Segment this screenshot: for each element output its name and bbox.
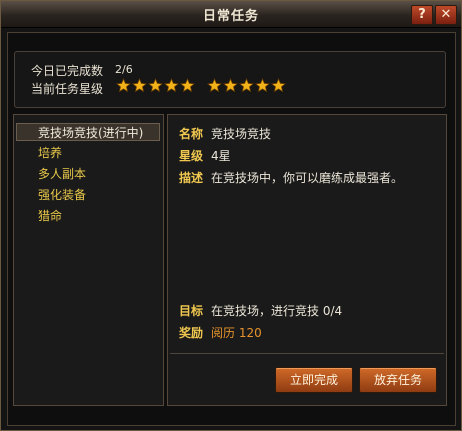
detail-goal-label: 目标: [179, 304, 204, 318]
help-button[interactable]: ?: [411, 5, 433, 25]
star-icon: [207, 78, 222, 93]
star-icon: [271, 78, 286, 93]
detail-desc-value: 在竞技场中，你可以磨练成最强者。: [211, 171, 404, 185]
detail-goal-value: 在竞技场，进行竞技 0/4: [211, 304, 343, 318]
task-item[interactable]: 强化装备: [16, 186, 160, 204]
window-title: 日常任务: [202, 9, 259, 24]
detail-desc-label: 描述: [179, 171, 204, 185]
star-icon: [116, 78, 131, 93]
detail-reward-value: 阅历 120: [211, 326, 262, 340]
detail-star-label: 星级: [179, 149, 204, 163]
star-icon: [180, 78, 195, 93]
star-icon: [132, 78, 147, 93]
star-icon: [239, 78, 254, 93]
task-item-active[interactable]: 竞技场竞技(进行中): [16, 123, 160, 141]
star-level-label: 当前任务星级: [31, 82, 104, 96]
star-icon: [148, 78, 163, 93]
close-button[interactable]: ✕: [435, 5, 457, 25]
task-detail-panel: [167, 114, 447, 406]
detail-star-value: 4星: [211, 149, 231, 163]
abandon-task-button[interactable]: 放弃任务: [359, 367, 437, 393]
detail-name-label: 名称: [179, 127, 204, 141]
star-icon: [223, 78, 238, 93]
star-rating: [116, 78, 287, 95]
detail-divider: [170, 353, 444, 354]
star-group-gap: [196, 78, 207, 95]
task-item[interactable]: 多人副本: [16, 165, 160, 183]
completed-count-label: 今日已完成数: [31, 64, 104, 78]
completed-count-value: 2/6: [115, 63, 133, 76]
task-item[interactable]: 猎命: [16, 207, 160, 225]
title-bar[interactable]: 日常任务 ? ✕: [1, 1, 461, 28]
star-icon: [164, 78, 179, 93]
detail-reward-label: 奖励: [179, 326, 204, 340]
star-icon: [255, 78, 270, 93]
finish-now-button[interactable]: 立即完成: [275, 367, 353, 393]
task-item[interactable]: 培养: [16, 144, 160, 162]
detail-name-value: 竞技场竞技: [211, 127, 272, 141]
